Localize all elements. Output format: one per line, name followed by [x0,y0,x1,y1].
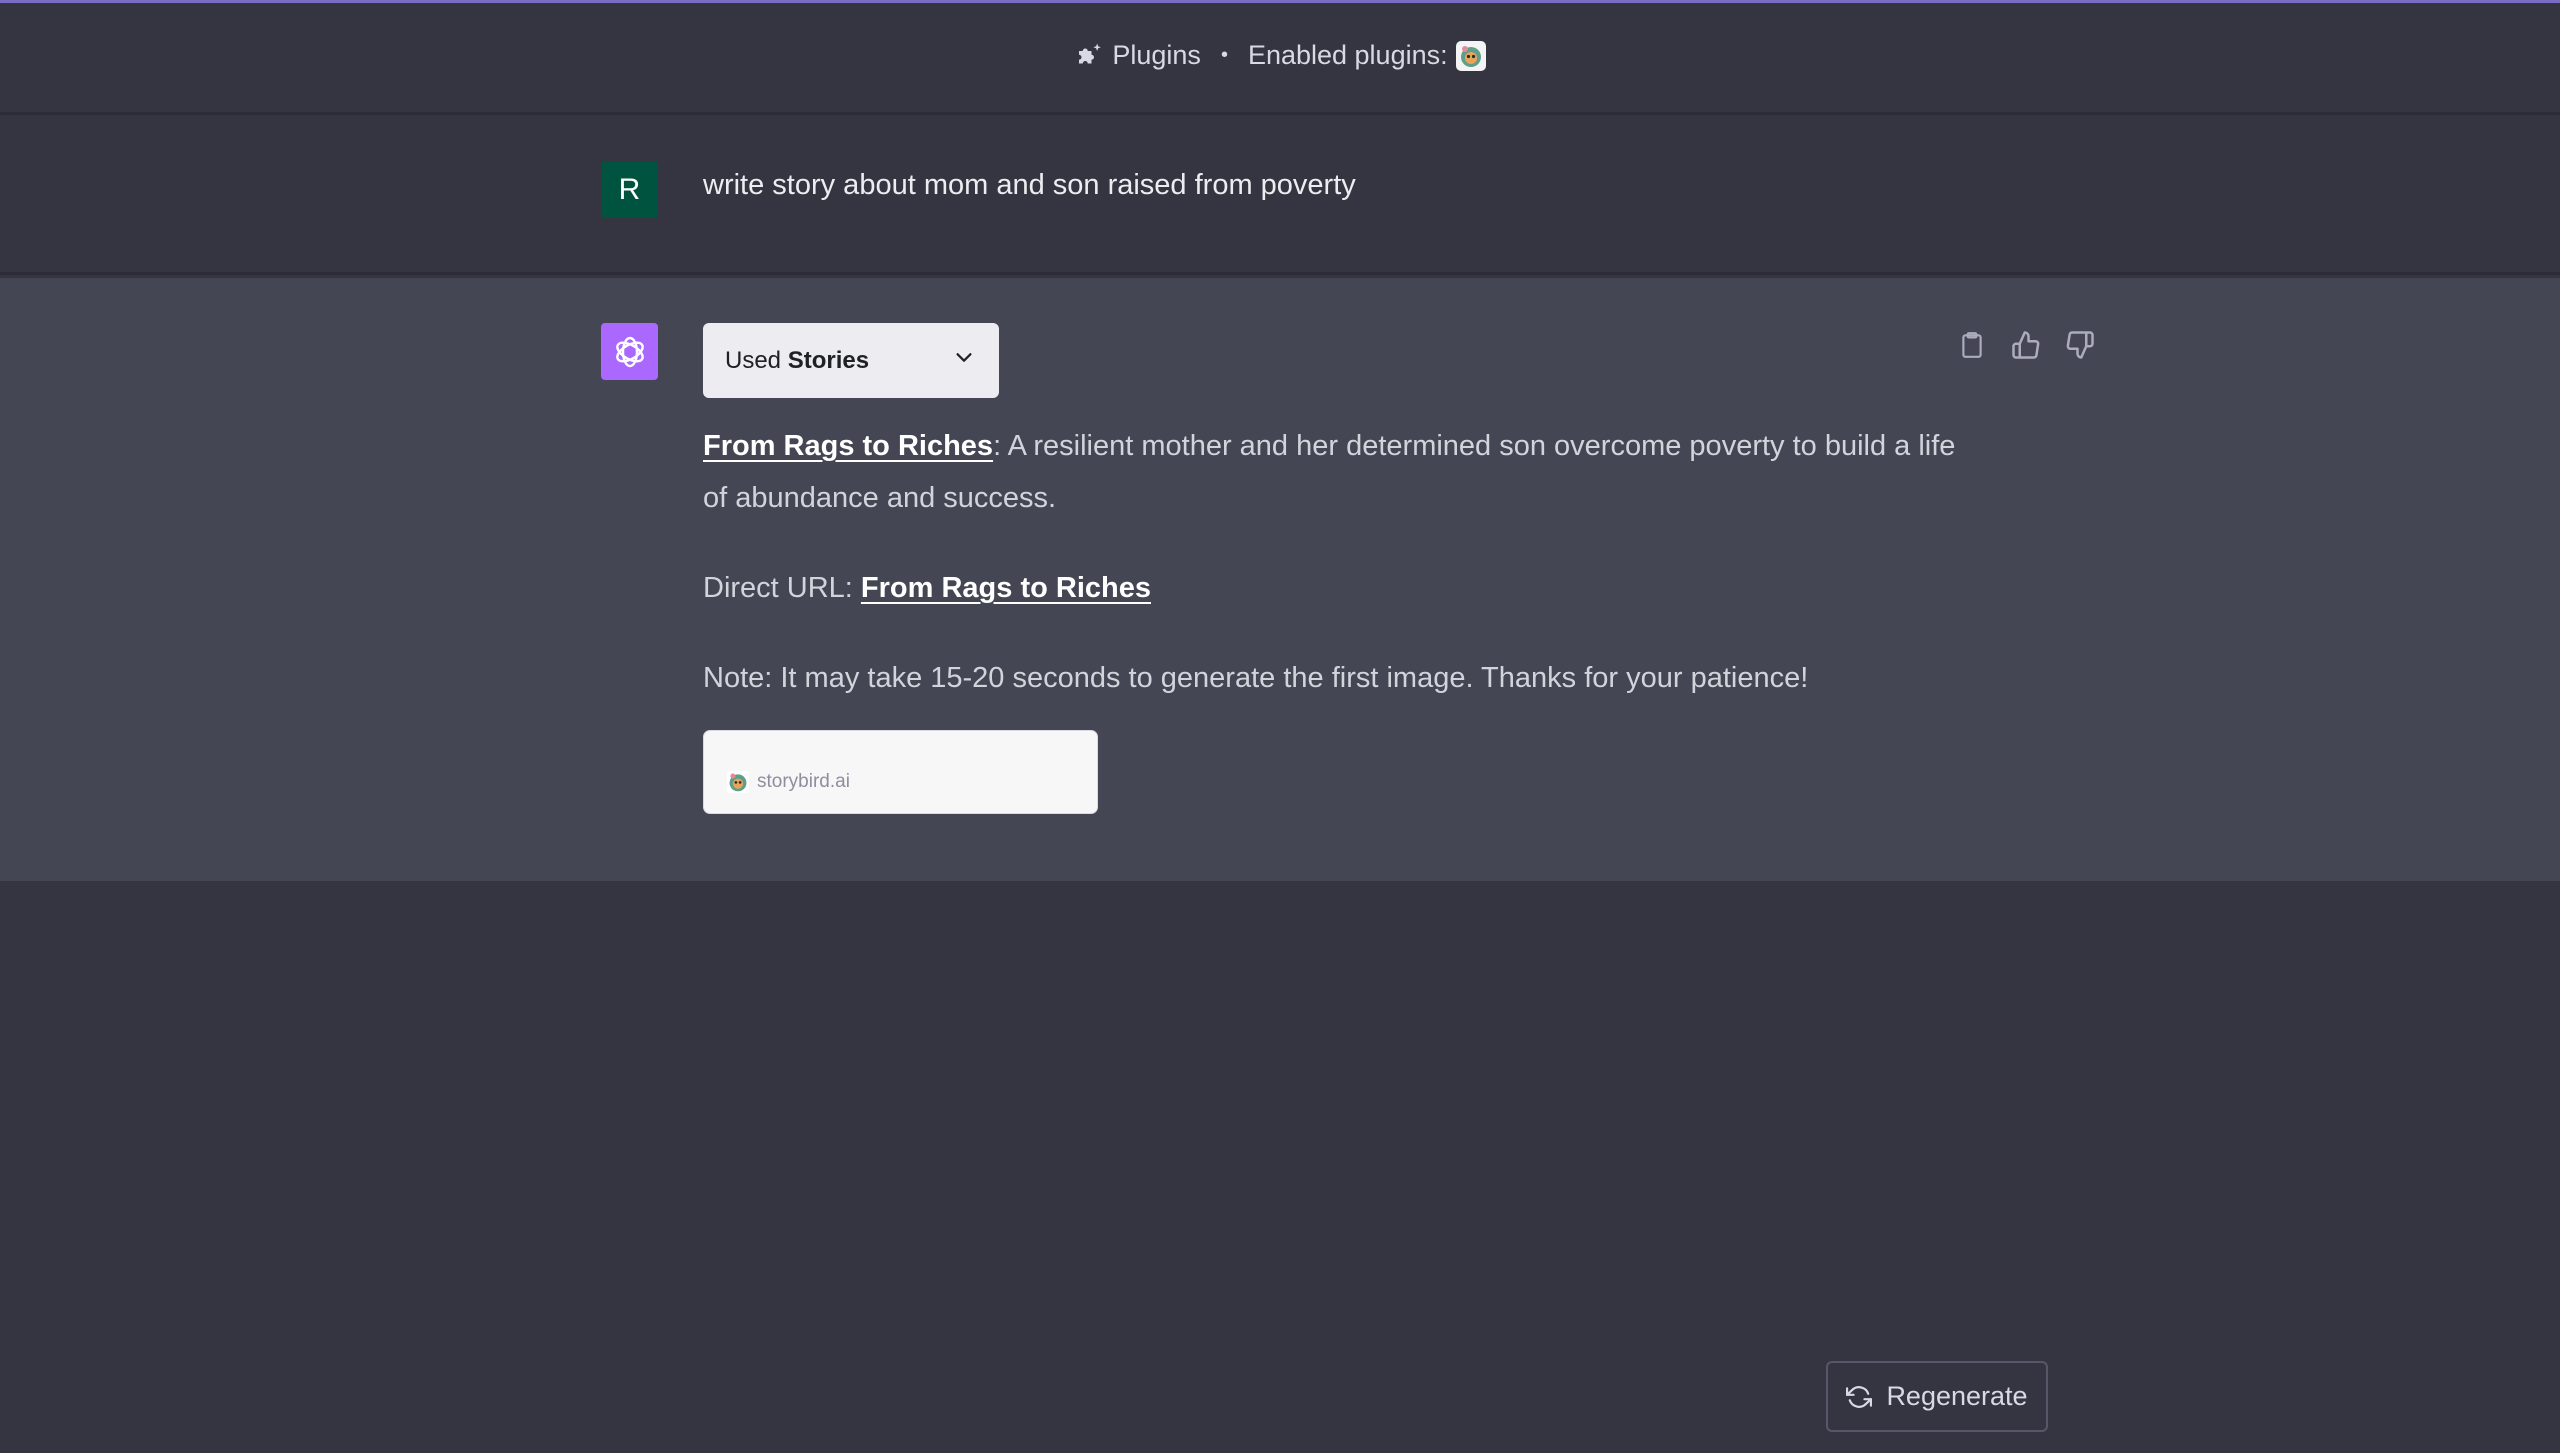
chevron-down-icon [953,346,975,375]
storybird-owl-icon[interactable] [1455,40,1486,71]
assistant-message-row: Used Stories From Rags to Riches: A resi… [0,278,2560,881]
link-preview-card[interactable]: storybird.ai [703,730,1098,814]
story-title-link[interactable]: From Rags to Riches [703,430,993,462]
thumbs-down-button[interactable] [2063,328,2097,362]
direct-url-paragraph: Direct URL: From Rags to Riches [703,562,1963,614]
message-actions [1955,328,2097,362]
used-plugin-label: Used Stories [725,346,870,374]
assistant-avatar [601,323,658,380]
link-card-domain: storybird.ai [757,771,850,792]
user-avatar: R [601,161,658,218]
storybird-favicon-icon [727,771,749,793]
direct-url-label: Direct URL: [703,572,861,604]
openai-logo-icon [615,336,644,367]
plugins-puzzle-icon [1074,41,1104,71]
plugins-label: Plugins [1112,40,1201,70]
thumbs-down-icon [2066,331,2094,359]
thumbs-up-icon [2012,331,2040,359]
enabled-plugins-label: Enabled plugins: [1247,40,1448,70]
user-message-row: R write story about mom and son raised f… [0,117,2560,275]
regenerate-button[interactable]: Regenerate [1826,1361,2048,1432]
thumbs-up-button[interactable] [2009,328,2043,362]
conversation-header: Plugins • Enabled plugins: [0,3,2560,115]
user-avatar-letter: R [618,172,641,206]
user-message-text: write story about mom and son raised fro… [703,169,1356,201]
note-paragraph: Note: It may take 15-20 seconds to gener… [703,662,1809,694]
assistant-message-content: From Rags to Riches: A resilient mother … [703,420,1963,742]
regenerate-label: Regenerate [1886,1381,2028,1411]
separator-dot: • [1220,44,1228,66]
used-plugin-dropdown[interactable]: Used Stories [703,323,999,398]
story-summary-paragraph: From Rags to Riches: A resilient mother … [703,420,1963,524]
clipboard-icon [1962,332,1982,358]
copy-button[interactable] [1955,328,1989,362]
used-plugin-name: Stories [787,346,870,374]
refresh-icon [1846,1384,1873,1410]
direct-url-link[interactable]: From Rags to Riches [861,572,1151,604]
